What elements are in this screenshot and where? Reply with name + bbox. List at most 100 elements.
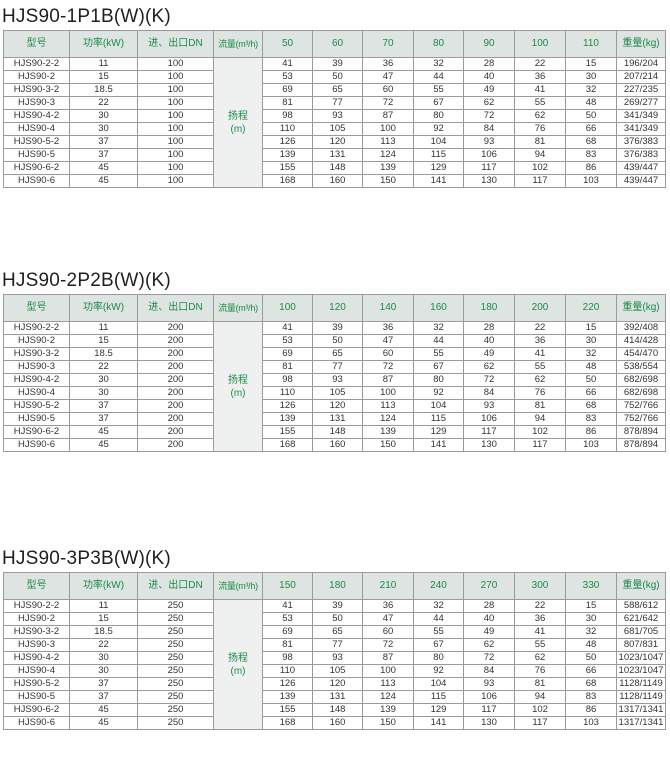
cell-head: 72	[362, 360, 414, 374]
cell-head: 93	[312, 109, 363, 123]
table-row: HJS90-6-2 45 100 155 148 139 129 117 102 86 439/44…	[3, 161, 666, 175]
header-flow-value: 180	[463, 294, 515, 322]
cell-model: HJS90-4	[3, 664, 70, 678]
cell-head: 80	[413, 109, 464, 123]
cell-dn: 200	[137, 321, 214, 335]
cell-head: 72	[463, 373, 515, 387]
cell-head: 30	[565, 70, 617, 84]
table-row: HJS90-4-2 30 250 98 93 87 80 72 62 50 1023/1047	[3, 651, 666, 665]
cell-dn: 200	[137, 425, 214, 439]
table-row: HJS90-2 15 250 53 50 47 44 40 36 30 621/642	[3, 612, 666, 626]
cell-head: 84	[463, 664, 515, 678]
cell-head: 44	[413, 612, 464, 626]
cell-dn: 200	[137, 412, 214, 426]
cell-head: 104	[413, 135, 464, 149]
cell-head: 115	[413, 690, 464, 704]
section-title: HJS90-1P1B(W)(K)	[2, 6, 171, 27]
cell-head: 72	[463, 651, 515, 665]
cell-weight: 341/349	[616, 109, 666, 123]
cell-head: 15	[565, 321, 617, 335]
cell-head: 148	[312, 425, 363, 439]
cell-head: 126	[262, 399, 313, 413]
cell-dn: 100	[137, 148, 214, 162]
cell-weight: 392/408	[616, 321, 666, 335]
cell-head: 93	[463, 399, 515, 413]
cell-dn: 250	[137, 625, 214, 639]
cell-head: 124	[362, 690, 414, 704]
cell-dn: 200	[137, 334, 214, 348]
cell-head: 168	[262, 438, 313, 452]
cell-dn: 200	[137, 360, 214, 374]
cell-head: 76	[514, 386, 566, 400]
cell-dn: 200	[137, 373, 214, 387]
cell-head: 110	[262, 386, 313, 400]
cell-head: 83	[565, 148, 617, 162]
cell-head: 84	[463, 122, 515, 136]
cell-head: 62	[463, 360, 515, 374]
cell-head: 81	[514, 677, 566, 691]
cell-dn: 100	[137, 109, 214, 123]
cell-head: 77	[312, 96, 363, 110]
cell-head: 50	[565, 651, 617, 665]
cell-head: 53	[262, 334, 313, 348]
header-power: 功率(kW)	[69, 572, 138, 600]
cell-power: 22	[69, 96, 138, 110]
cell-head: 48	[565, 360, 617, 374]
header-port-dn: 进、出口DN	[137, 294, 214, 322]
cell-head: 103	[565, 716, 617, 730]
cell-model: HJS90-6	[3, 716, 70, 730]
cell-weight: 681/705	[616, 625, 666, 639]
cell-head: 117	[463, 703, 515, 717]
spec-table: 型号 功率(kW) 进、出口DN 流量(m³/h) 50 60 70 80 90 100 110 重量…	[3, 30, 666, 188]
header-model: 型号	[3, 572, 70, 600]
cell-head: 22	[514, 57, 566, 71]
table-row: HJS90-2-2 11 100 扬程 (m) 41 39 36 32 28 22 15 196/204	[3, 57, 666, 188]
cell-head: 22	[514, 321, 566, 335]
cell-head: 98	[262, 651, 313, 665]
header-flow-value: 300	[514, 572, 566, 600]
cell-head: 36	[514, 612, 566, 626]
cell-dn: 250	[137, 599, 214, 613]
cell-head: 130	[463, 716, 515, 730]
cell-head: 104	[413, 399, 464, 413]
cell-head: 100	[362, 664, 414, 678]
cell-model: HJS90-6-2	[3, 703, 70, 717]
cell-head: 102	[514, 161, 566, 175]
cell-weight: 682/698	[616, 373, 666, 387]
cell-model: HJS90-2	[3, 70, 70, 84]
cell-head: 32	[565, 625, 617, 639]
cell-dn: 100	[137, 122, 214, 136]
cell-head: 80	[413, 651, 464, 665]
cell-head: 105	[312, 664, 363, 678]
cell-model: HJS90-3-2	[3, 347, 70, 361]
header-flow-value: 330	[565, 572, 617, 600]
cell-weight: 1023/1047	[616, 651, 666, 665]
cell-head: 28	[463, 321, 515, 335]
cell-head: 160	[312, 438, 363, 452]
head-label-line: (m)	[230, 387, 246, 399]
cell-head: 55	[413, 83, 464, 97]
cell-power: 37	[69, 399, 138, 413]
cell-power: 18.5	[69, 347, 138, 361]
cell-head: 44	[413, 70, 464, 84]
header-power: 功率(kW)	[69, 294, 138, 322]
cell-model: HJS90-2	[3, 612, 70, 626]
cell-head: 103	[565, 174, 617, 188]
table-row: HJS90-2 15 100 53 50 47 44 40 36 30 207/214	[3, 70, 666, 84]
cell-model: HJS90-2-2	[3, 599, 70, 613]
cell-head: 77	[312, 638, 363, 652]
cell-power: 30	[69, 651, 138, 665]
table-row: HJS90-6-2 45 200 155 148 139 129 117 102 86 878/89…	[3, 425, 666, 439]
cell-dn: 100	[137, 174, 214, 188]
cell-head: 81	[514, 135, 566, 149]
header-flow-value: 120	[312, 294, 363, 322]
cell-weight: 439/447	[616, 174, 666, 188]
cell-head: 148	[312, 703, 363, 717]
cell-head: 131	[312, 412, 363, 426]
cell-head: 66	[565, 664, 617, 678]
cell-head: 53	[262, 70, 313, 84]
header-flow: 流量(m³/h)	[213, 30, 263, 58]
cell-dn: 250	[137, 612, 214, 626]
cell-head: 94	[514, 412, 566, 426]
cell-head: 129	[413, 425, 464, 439]
